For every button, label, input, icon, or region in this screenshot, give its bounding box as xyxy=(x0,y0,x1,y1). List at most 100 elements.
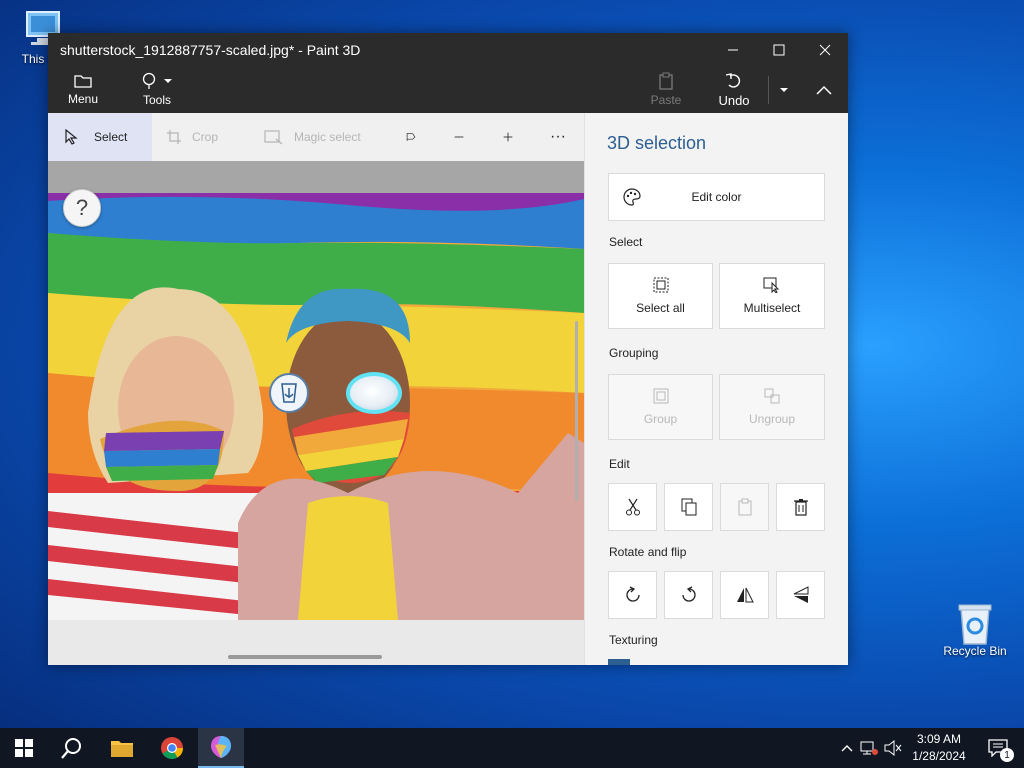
clock-time: 3:09 AM xyxy=(916,732,962,746)
chevron-up-icon xyxy=(816,85,832,95)
menu-label: Menu xyxy=(67,92,99,106)
selected-3d-object[interactable] xyxy=(346,372,402,414)
undo-button[interactable]: Undo xyxy=(712,66,756,113)
delete-button[interactable] xyxy=(776,483,825,531)
minimize-button[interactable] xyxy=(710,33,756,66)
network-tray-button[interactable] xyxy=(858,728,880,768)
windows-logo-icon xyxy=(15,739,33,757)
paste-label: Paste xyxy=(650,93,682,107)
select-section-label: Select xyxy=(609,235,643,249)
close-button[interactable] xyxy=(802,33,848,66)
canvas-margin-top xyxy=(48,161,584,193)
flip-vertical-button[interactable] xyxy=(776,571,825,619)
edit-color-button[interactable]: Edit color xyxy=(608,173,825,221)
plus-icon xyxy=(503,132,513,142)
ungroup-label: Ungroup xyxy=(748,412,796,426)
copy-icon xyxy=(681,498,696,516)
recycle-bin-icon xyxy=(955,602,995,645)
close-icon xyxy=(819,44,831,55)
start-button[interactable] xyxy=(0,728,48,768)
maximize-button[interactable] xyxy=(756,33,802,66)
cursor-icon xyxy=(65,129,78,145)
anchor-handle[interactable] xyxy=(269,373,309,413)
title-bar[interactable]: shutterstock_1912887757-scaled.jpg* - Pa… xyxy=(48,33,848,66)
more-options-button[interactable]: ··· xyxy=(550,113,572,161)
history-dropdown-button[interactable] xyxy=(774,66,794,113)
multiselect-icon xyxy=(763,277,780,293)
rotate-left-button[interactable] xyxy=(608,571,657,619)
group-button[interactable]: Group xyxy=(608,374,713,440)
search-button[interactable] xyxy=(48,728,96,768)
rotate-right-button[interactable] xyxy=(664,571,713,619)
clock-date: 1/28/2024 xyxy=(912,749,966,763)
help-button[interactable]: ? xyxy=(63,189,101,227)
dropdown-caret-icon xyxy=(164,79,172,83)
crop-icon xyxy=(167,130,181,144)
volume-muted-icon xyxy=(884,740,902,756)
magic-select-button[interactable]: Magic select xyxy=(264,113,394,161)
taskbar-clock[interactable]: 3:09 AM 1/28/2024 xyxy=(906,731,972,765)
select-label: Select xyxy=(94,130,128,144)
grouping-section-label: Grouping xyxy=(609,346,659,360)
lightbulb-icon xyxy=(142,72,156,89)
paste-icon xyxy=(738,498,751,516)
select-tool-button[interactable]: Select xyxy=(48,113,152,161)
multiselect-button[interactable]: Multiselect xyxy=(719,263,825,329)
zoom-out-button[interactable] xyxy=(454,113,474,161)
paint3d-window: shutterstock_1912887757-scaled.jpg* - Pa… xyxy=(48,33,848,665)
view-3d-button[interactable] xyxy=(406,113,426,161)
horizontal-scrollbar[interactable] xyxy=(228,655,382,659)
app-toolbar: Menu Tools Paste Undo xyxy=(48,66,848,113)
copy-button[interactable] xyxy=(664,483,713,531)
select-all-button[interactable]: Select all xyxy=(608,263,713,329)
tools-button[interactable]: Tools xyxy=(132,66,182,113)
volume-tray-button[interactable] xyxy=(882,728,904,768)
zoom-in-button[interactable] xyxy=(503,113,523,161)
collapse-toolbar-button[interactable] xyxy=(806,66,842,113)
maximize-icon xyxy=(773,44,785,55)
paste-button[interactable]: Paste xyxy=(646,66,686,113)
notifications-button[interactable]: 1 xyxy=(978,728,1018,768)
tools-label: Tools xyxy=(142,93,171,107)
chrome-taskbar-button[interactable] xyxy=(148,728,196,768)
3d-selection-panel: 3D selection Edit color Select Select al… xyxy=(584,113,848,665)
rotate-section-label: Rotate and flip xyxy=(609,545,687,559)
menu-button[interactable]: Menu xyxy=(62,66,104,113)
toolbar-divider xyxy=(768,76,769,104)
folder-icon xyxy=(74,75,92,88)
multiselect-label: Multiselect xyxy=(743,301,801,315)
help-label: ? xyxy=(75,195,89,220)
edit-section-label: Edit xyxy=(609,457,630,471)
palette-icon xyxy=(623,188,641,206)
window-title: shutterstock_1912887757-scaled.jpg* - Pa… xyxy=(60,42,361,58)
vertical-scrollbar[interactable] xyxy=(575,321,578,501)
rotate-left-icon xyxy=(625,586,640,602)
group-icon xyxy=(653,388,668,404)
paste-icon xyxy=(659,72,673,90)
flip-horizontal-button[interactable] xyxy=(720,571,769,619)
select-all-label: Select all xyxy=(636,301,685,315)
texturing-swatch[interactable] xyxy=(608,659,630,665)
anchor-icon xyxy=(281,383,297,403)
recycle-bin-desktop-icon[interactable]: Recycle Bin xyxy=(940,602,1010,658)
edit-color-label: Edit color xyxy=(691,190,742,204)
crop-label: Crop xyxy=(192,130,219,144)
panel-paste-button[interactable] xyxy=(720,483,769,531)
ungroup-button[interactable]: Ungroup xyxy=(719,374,825,440)
paint3d-icon xyxy=(211,736,231,758)
trash-icon xyxy=(793,499,808,516)
file-explorer-taskbar-button[interactable] xyxy=(98,728,146,768)
chrome-icon xyxy=(161,737,183,759)
chevron-up-icon xyxy=(841,745,853,752)
panel-title: 3D selection xyxy=(607,133,707,153)
scissors-icon xyxy=(625,498,640,516)
rotate-right-icon xyxy=(681,586,696,602)
photo-canvas[interactable] xyxy=(48,193,584,620)
cut-button[interactable] xyxy=(608,483,657,531)
minus-icon xyxy=(454,136,464,138)
paint3d-taskbar-button[interactable] xyxy=(198,728,244,768)
canvas-area[interactable]: ? xyxy=(48,161,584,665)
more-label: ··· xyxy=(550,128,566,145)
crop-tool-button[interactable]: Crop xyxy=(166,113,240,161)
show-hidden-icons-button[interactable] xyxy=(838,728,856,768)
